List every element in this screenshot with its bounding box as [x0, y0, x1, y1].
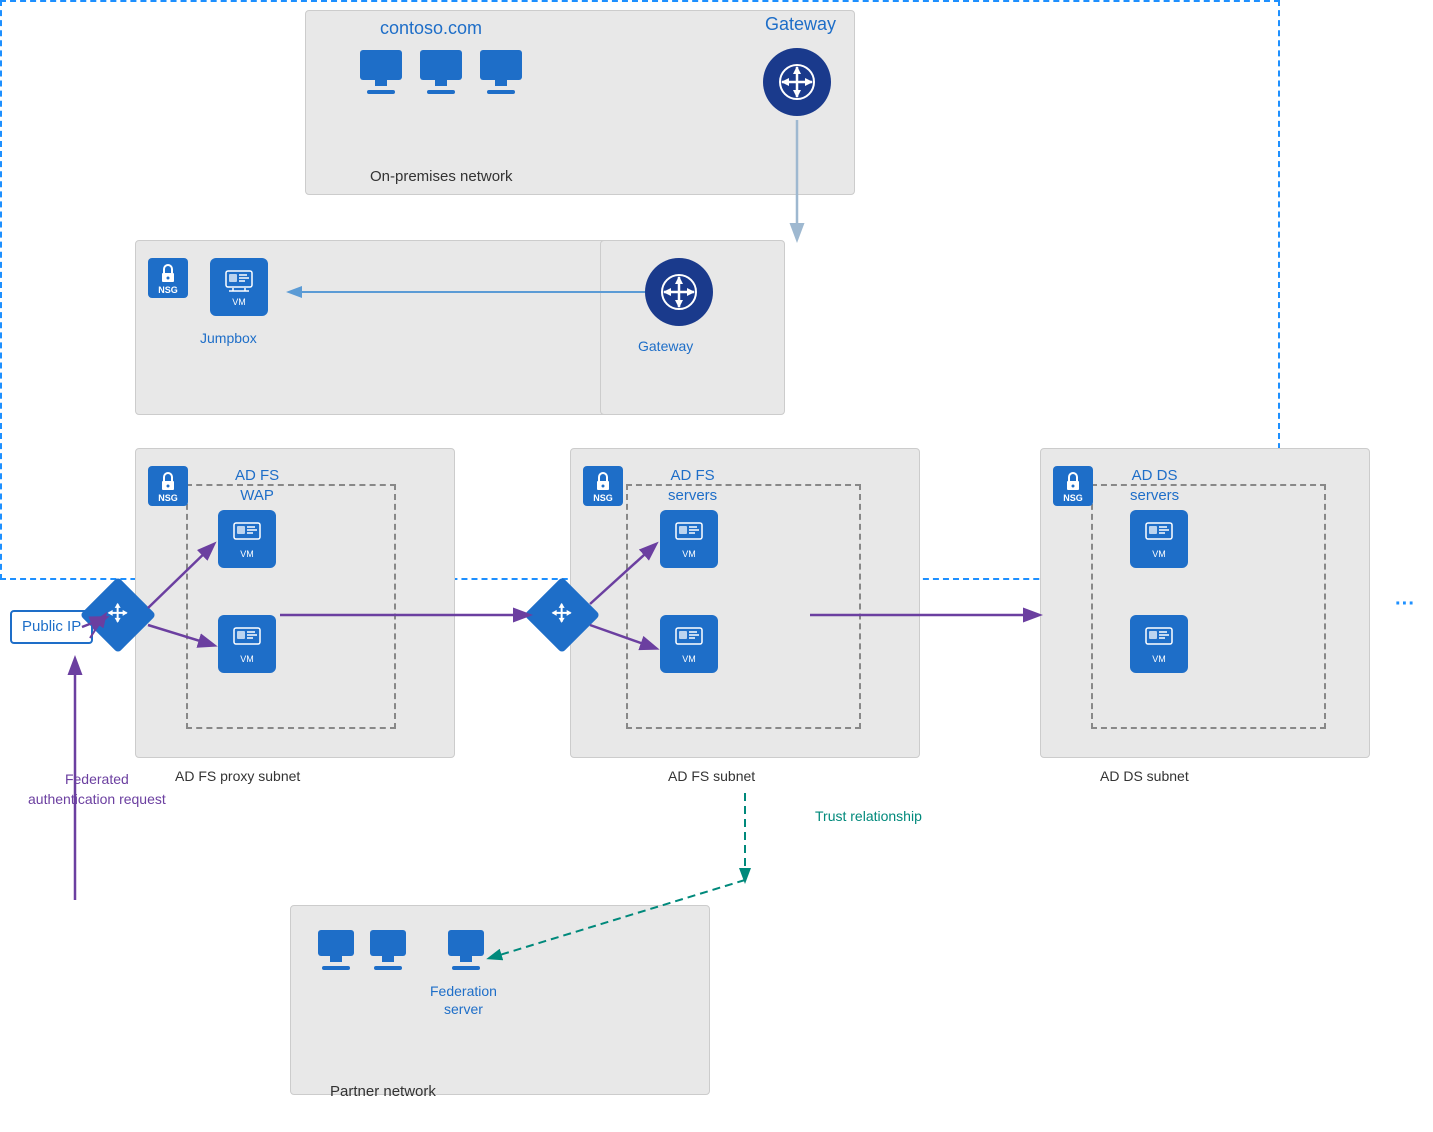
adfs-wap-label: AD FSWAP — [235, 466, 279, 505]
monitor-3 — [480, 50, 522, 94]
federated-auth-label: Federatedauthentication request — [28, 770, 166, 809]
federation-server-label: Federationserver — [430, 982, 497, 1018]
gateway-azure-icon — [645, 258, 713, 326]
gateway-azure-label: Gateway — [638, 338, 693, 354]
public-ip-box: Public IP — [10, 610, 93, 644]
nsg-adfs: NSG — [583, 466, 623, 506]
adfs-proxy-vm1: VM — [218, 510, 276, 568]
diagram-container: On-premises network contoso.com Gateway — [0, 0, 1433, 1132]
adds-vm2: VM — [1130, 615, 1188, 673]
mgmt-subnet-region — [135, 240, 615, 415]
gateway-top-icon — [763, 48, 831, 116]
adfs-vm1: VM — [660, 510, 718, 568]
on-premises-label: On-premises network — [370, 168, 513, 185]
nsg-adfs-proxy: NSG — [148, 466, 188, 506]
jumpbox-label: Jumpbox — [200, 330, 257, 346]
monitor-2 — [420, 50, 462, 94]
adds-servers-label: AD DSservers — [1130, 466, 1179, 505]
partner-monitor-1 — [318, 930, 354, 970]
trust-relationship-label: Trust relationship — [815, 808, 922, 824]
public-ip-label: Public IP — [22, 618, 81, 635]
partner-monitor-2 — [370, 930, 406, 970]
lb-public — [91, 588, 145, 642]
adfs-vm2: VM — [660, 615, 718, 673]
jumpbox-vm: VM — [210, 258, 268, 316]
partner-network-label: Partner network — [330, 1083, 436, 1100]
adfs-subnet-label: AD FS subnet — [668, 768, 755, 784]
svg-text:···: ··· — [1395, 593, 1415, 615]
adfs-proxy-vm2: VM — [218, 615, 276, 673]
contoso-label: contoso.com — [380, 18, 482, 39]
adfs-servers-label: AD FSservers — [668, 466, 717, 505]
monitor-1 — [360, 50, 402, 94]
adfs-proxy-label: AD FS proxy subnet — [175, 768, 300, 784]
federation-server-monitor — [448, 930, 484, 970]
lb-adfs — [535, 588, 589, 642]
adds-inner — [1091, 484, 1326, 729]
adds-subnet-label: AD DS subnet — [1100, 768, 1189, 784]
nsg-mgmt: NSG — [148, 258, 188, 298]
adds-vm1: VM — [1130, 510, 1188, 568]
nsg-adds: NSG — [1053, 466, 1093, 506]
gateway-top-label: Gateway — [765, 14, 836, 35]
